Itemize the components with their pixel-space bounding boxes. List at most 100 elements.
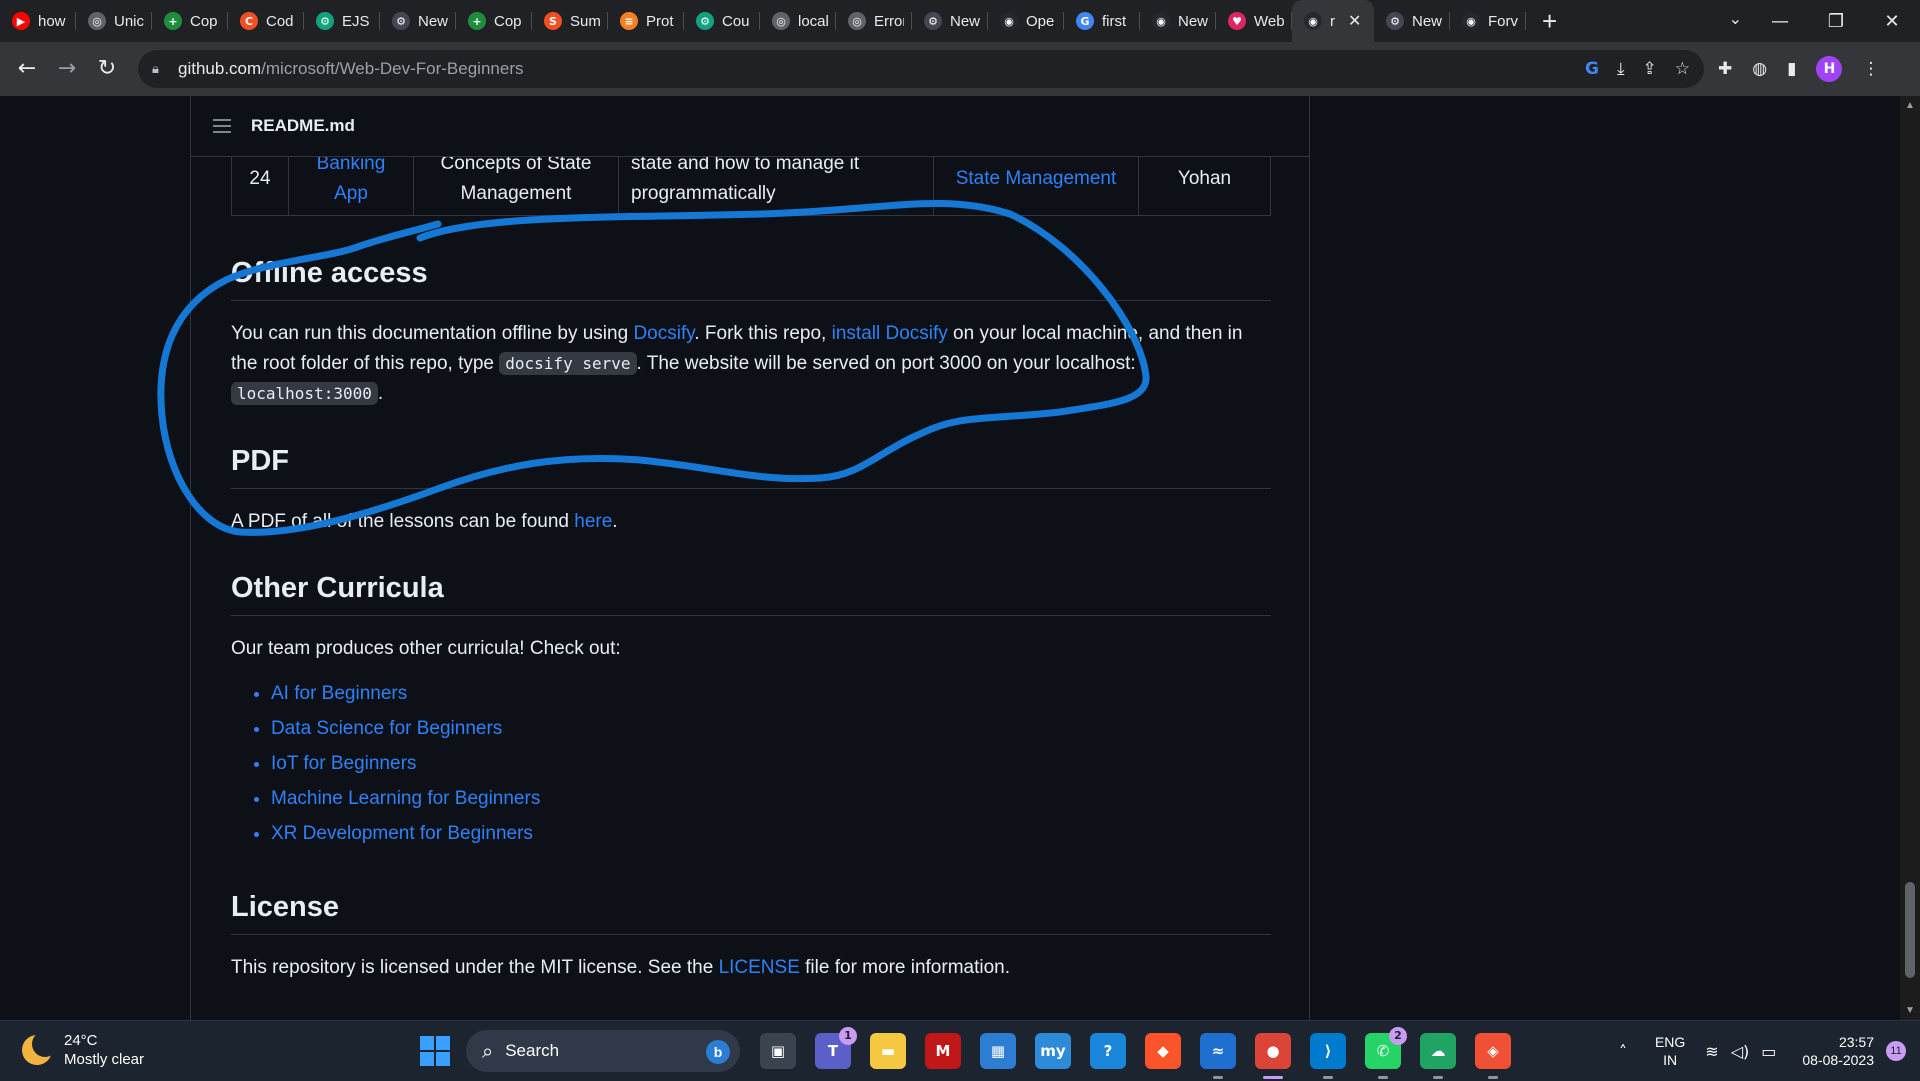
pdf-here-link[interactable]: here <box>574 511 612 532</box>
volume-icon[interactable]: ◁) <box>1731 1042 1750 1061</box>
whatsapp-icon[interactable]: ✆ 2 <box>1365 1027 1407 1079</box>
readme-filename[interactable]: README.md <box>251 116 355 136</box>
show-hidden-icons-chevron[interactable]: ˄ <box>1619 1042 1627 1061</box>
scroll-thumb[interactable] <box>1905 882 1915 978</box>
browser-tab[interactable]: ⚙ EJS <box>304 0 380 42</box>
tab-title: local <box>798 12 828 30</box>
browser-tab[interactable]: ◉ New <box>1140 0 1216 42</box>
browser-tab[interactable]: S Sum <box>532 0 608 42</box>
browser-menu-icon[interactable]: ⋮ <box>1862 59 1879 79</box>
curriculum-link[interactable]: IoT for Beginners <box>271 753 416 774</box>
reload-button[interactable]: ↻ <box>92 54 122 84</box>
google-lens-icon[interactable]: G <box>1585 59 1599 79</box>
browser-tab[interactable]: ◎ local <box>760 0 836 42</box>
license-link[interactable]: LICENSE <box>719 957 800 978</box>
browser-tab[interactable]: ◉ r ✕ <box>1292 0 1374 42</box>
taskbar-search[interactable]: ⌕ Search b <box>466 1030 740 1072</box>
offline-heading: Offline access <box>231 258 1271 301</box>
battery-icon[interactable]: ▭ <box>1761 1042 1776 1061</box>
browser-tab[interactable]: ◎ Unic <box>76 0 152 42</box>
install-docsify-link[interactable]: install Docsify <box>832 323 948 344</box>
docsify-link[interactable]: Docsify <box>633 323 694 344</box>
language-indicator[interactable]: ENG IN <box>1655 1033 1685 1069</box>
lesson-link[interactable]: State Management <box>933 156 1139 216</box>
curriculum-link[interactable]: Machine Learning for Beginners <box>271 788 540 809</box>
url-text[interactable]: github.com/microsoft/Web-Dev-For-Beginne… <box>178 59 524 79</box>
bookmark-star-icon[interactable]: ☆ <box>1675 59 1690 79</box>
tab-title: r <box>1330 12 1335 30</box>
browser-tab[interactable]: ◉ Ope <box>988 0 1064 42</box>
bing-icon[interactable]: b <box>706 1040 730 1064</box>
remote-icon[interactable]: ≈ <box>1200 1033 1236 1079</box>
outline-list-icon[interactable] <box>213 115 231 137</box>
help-icon[interactable]: ? <box>1090 1033 1126 1069</box>
youtube-icon: ▶ <box>12 12 30 30</box>
new-tab-button[interactable]: + <box>1542 0 1557 42</box>
pdf-heading: PDF <box>231 446 1271 489</box>
tab-title: Unic <box>114 12 144 30</box>
side-panel-icon[interactable]: ▮ <box>1787 59 1796 79</box>
extensions-puzzle-icon[interactable]: ✚ <box>1718 59 1732 79</box>
browser-tab[interactable]: Gfirst <box>1064 0 1140 42</box>
myasus-icon[interactable]: my <box>1035 1033 1071 1069</box>
start-button[interactable] <box>420 1036 450 1066</box>
browser-tab[interactable]: ⚙ New <box>912 0 988 42</box>
weather-widget[interactable]: 24°C Mostly clear <box>22 1031 144 1069</box>
page-scrollbar[interactable]: ▲ ▼ <box>1900 96 1920 1020</box>
github-icon: ◉ <box>1304 12 1322 30</box>
browser-tab[interactable]: + Cop <box>456 0 532 42</box>
project-link[interactable]: Banking App <box>288 156 414 216</box>
lock-icon[interactable]: 🔒︎ <box>152 62 168 77</box>
install-app-icon[interactable]: ⤓ <box>1617 59 1625 79</box>
offline-paragraph: You can run this documentation offline b… <box>231 323 1243 405</box>
teams-icon[interactable]: T1 <box>815 1027 857 1069</box>
browser-tab[interactable]: ▶ how <box>0 0 76 42</box>
table-row: 24 Banking App Concepts of State Managem… <box>231 156 1271 216</box>
task-view-icon[interactable]: ▣ <box>760 1033 796 1069</box>
tab-title: Sum <box>570 12 600 30</box>
browser-tab[interactable]: ◎ Error <box>836 0 912 42</box>
tab-title: Forv <box>1488 12 1518 30</box>
tab-title: New <box>1178 12 1208 30</box>
github-icon: ◉ <box>1462 12 1480 30</box>
forward-button[interactable]: → <box>52 54 82 84</box>
close-window-button[interactable]: ✕ <box>1864 11 1920 32</box>
minimize-button[interactable]: — <box>1752 11 1808 32</box>
browser-tab[interactable]: ⚙ New <box>380 0 456 42</box>
file-explorer-icon[interactable]: ▬ <box>870 1033 906 1069</box>
tab-search-icon[interactable]: ⌄ <box>1729 9 1742 28</box>
curriculum-link[interactable]: Data Science for Beginners <box>271 718 502 739</box>
wifi-icon[interactable]: ≋ <box>1705 1042 1718 1061</box>
browser-tab[interactable]: ⚙ New <box>1374 0 1450 42</box>
mcafee-icon[interactable]: M <box>925 1033 961 1069</box>
brave-icon[interactable]: ◆ <box>1145 1033 1181 1069</box>
share-icon[interactable]: ⇪ <box>1643 59 1657 79</box>
help-glyph: ? <box>1103 1042 1113 1060</box>
browser-tab[interactable]: ⚙ Cou <box>684 0 760 42</box>
curriculum-link[interactable]: XR Development for Beginners <box>271 823 533 844</box>
restore-button[interactable]: ❐ <box>1808 11 1864 32</box>
microsoft-store-icon[interactable]: ▦ <box>980 1033 1016 1069</box>
license-paragraph: This repository is licensed under the MI… <box>231 957 1011 978</box>
extension-icon[interactable]: ◍ <box>1752 59 1767 79</box>
tab-title: New <box>1412 12 1442 30</box>
browser-tab[interactable]: C Cod <box>228 0 304 42</box>
scroll-down-arrow[interactable]: ▼ <box>1900 1005 1920 1016</box>
browser-tab[interactable]: + Cop <box>152 0 228 42</box>
browser-tab[interactable]: ◉ Forv <box>1450 0 1526 42</box>
vscode-icon[interactable]: ⟩ <box>1310 1033 1346 1079</box>
clock[interactable]: 23:57 08-08-2023 <box>1802 1033 1874 1069</box>
browser-tab[interactable]: ♥ Web <box>1216 0 1292 42</box>
profile-avatar[interactable]: H <box>1816 56 1843 82</box>
git-icon[interactable]: ◈ <box>1475 1033 1511 1079</box>
tab-title: New <box>418 12 448 30</box>
cloud-app-icon[interactable]: ☁ <box>1420 1033 1456 1079</box>
close-tab-icon[interactable]: ✕ <box>1348 11 1361 31</box>
chrome-icon[interactable]: ● <box>1255 1033 1291 1079</box>
scroll-up-arrow[interactable]: ▲ <box>1900 100 1920 111</box>
notification-badge[interactable]: 11 <box>1886 1041 1906 1061</box>
address-bar[interactable]: 🔒︎ github.com/microsoft/Web-Dev-For-Begi… <box>138 50 1704 88</box>
browser-tab[interactable]: ≡ Prot <box>608 0 684 42</box>
curriculum-link[interactable]: AI for Beginners <box>271 683 407 704</box>
back-button[interactable]: ← <box>12 54 42 84</box>
